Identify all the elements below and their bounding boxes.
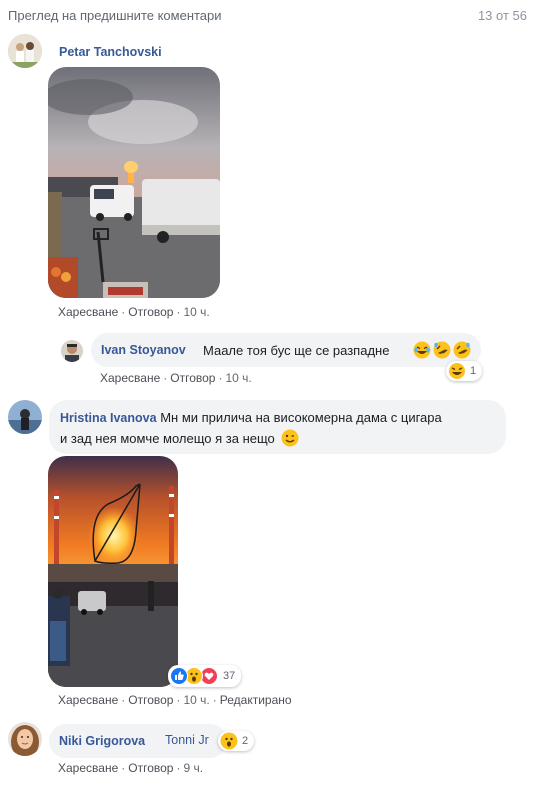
reply-link[interactable]: Отговор xyxy=(128,693,173,707)
reply-link[interactable]: Отговор xyxy=(128,761,173,775)
wink-emoji-icon xyxy=(281,429,299,450)
reaction-count: 2 xyxy=(242,735,249,747)
like-reaction-icon xyxy=(170,667,188,685)
like-link[interactable]: Харесване xyxy=(58,693,118,707)
view-previous-comments-link[interactable]: Преглед на предишните коментари xyxy=(8,8,222,23)
comments-counter: 13 от 56 xyxy=(477,8,527,23)
comment-time[interactable]: 9 ч. xyxy=(183,761,203,775)
comment-bubble: Ivan Stoyanov Маале тоя бус ще се разпад… xyxy=(91,333,481,367)
wow-reaction-icon xyxy=(220,732,238,750)
comment-text: Маале тоя бус ще се разпадне xyxy=(203,343,390,358)
laughing-emoji-icon xyxy=(413,341,431,362)
comments-header: Преглед на предишните коментари 13 от 56 xyxy=(8,8,527,26)
comment-text-line-2: и зад нея момче молещо я за нещо xyxy=(60,430,275,446)
reaction-summary[interactable]: 37 xyxy=(168,665,242,687)
avatar[interactable] xyxy=(8,400,42,434)
laughing-reaction-icon xyxy=(448,362,466,380)
rofl-emoji-icon xyxy=(433,341,451,362)
reaction-summary[interactable]: 2 xyxy=(218,731,255,751)
mention-link[interactable]: Tonni Jr xyxy=(165,733,209,747)
avatar[interactable] xyxy=(8,34,42,68)
rofl-emoji-icon xyxy=(453,341,471,362)
reaction-count: 37 xyxy=(223,670,236,682)
like-link[interactable]: Харесване xyxy=(58,305,118,319)
avatar[interactable] xyxy=(8,722,42,756)
comment-author[interactable]: Ivan Stoyanov xyxy=(101,343,186,357)
reaction-count: 1 xyxy=(470,365,477,377)
comment-bubble: Hristina Ivanova Мн ми прилича на високо… xyxy=(49,400,506,454)
reply-link[interactable]: Отговор xyxy=(170,371,215,385)
comment-actions: Харесване · Отговор · 10 ч. · Редактирано xyxy=(58,693,292,707)
comment-author[interactable]: Hristina Ivanova xyxy=(60,411,157,425)
avatar[interactable] xyxy=(61,340,83,362)
comment-actions: Харесване · Отговор · 10 ч. xyxy=(100,371,252,385)
reaction-summary[interactable]: 1 xyxy=(446,361,483,381)
comment-author[interactable]: Niki Grigorova xyxy=(59,734,145,748)
comment-author[interactable]: Petar Tanchovski xyxy=(59,45,162,59)
comment-time[interactable]: 10 ч. xyxy=(183,693,209,707)
comment-photo[interactable] xyxy=(48,456,178,687)
comment-actions: Харесване · Отговор · 9 ч. xyxy=(58,761,204,775)
comment-actions: Харесване · Отговор · 10 ч. xyxy=(58,305,210,319)
like-link[interactable]: Харесване xyxy=(100,371,160,385)
comment-photo[interactable] xyxy=(48,67,220,298)
reply-link[interactable]: Отговор xyxy=(128,305,173,319)
edited-link[interactable]: Редактирано xyxy=(220,693,292,707)
comment-time[interactable]: 10 ч. xyxy=(183,305,209,319)
comment-text-line-1: Мн ми прилича на високомерна дама с цига… xyxy=(160,410,442,425)
comment-time[interactable]: 10 ч. xyxy=(225,371,251,385)
comment-bubble: Niki Grigorova Tonni Jr xyxy=(49,724,227,758)
like-link[interactable]: Харесване xyxy=(58,761,118,775)
